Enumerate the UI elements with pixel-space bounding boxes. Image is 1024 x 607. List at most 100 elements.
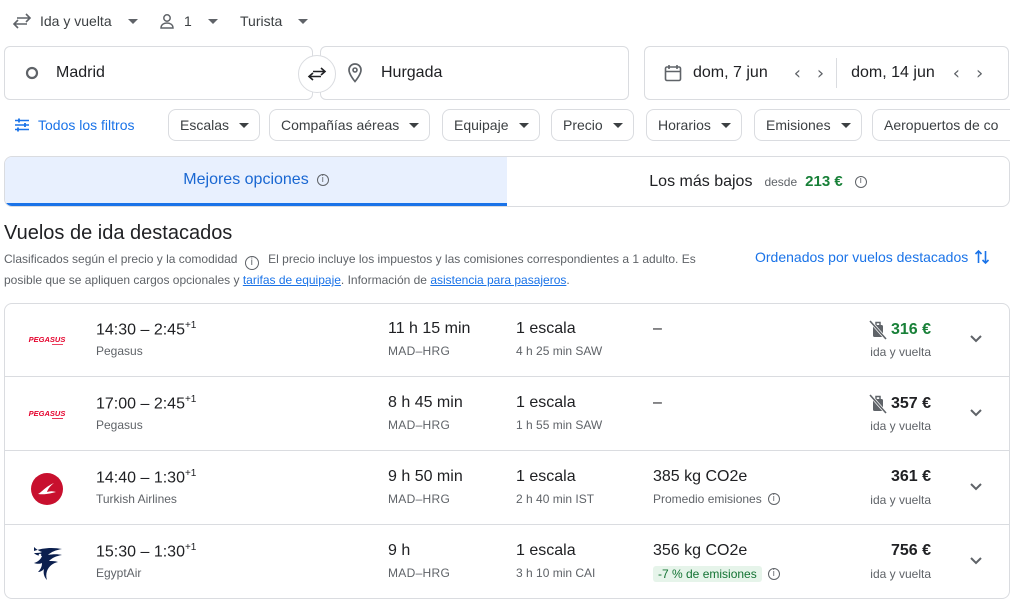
price-note: ida y vuelta (870, 419, 931, 433)
chevron-down-icon[interactable] (969, 479, 983, 493)
desc-ranking: Clasificados según el precio y la comodi… (4, 252, 238, 266)
flight-row[interactable]: PEGASUS 14:30 – 2:45+1 Pegasus 11 h 15 m… (5, 304, 1009, 377)
filter-chip-baggage[interactable]: Equipaje (442, 109, 540, 141)
chevron-down-icon (239, 122, 250, 128)
depart-date[interactable]: dom, 7 jun (693, 64, 768, 82)
info-icon[interactable]: i (767, 568, 780, 580)
all-filters-button[interactable]: Todos los filtros (14, 109, 134, 141)
filter-chip-emissions[interactable]: Emisiones (754, 109, 862, 141)
prev-date-button[interactable]: ‹ (794, 63, 801, 84)
flight-emissions: 385 kg CO2e (653, 468, 748, 485)
flight-route: MAD–HRG (388, 344, 451, 358)
flight-emissions: 356 kg CO2e (653, 542, 748, 559)
chip-label: Aeropuertos de co (884, 117, 999, 133)
chevron-down-icon[interactable] (969, 405, 983, 419)
next-date-button[interactable]: › (817, 63, 824, 84)
flight-price: 756 € (891, 542, 931, 560)
flight-price: 357 € (868, 394, 931, 414)
flight-stops: 1 escala (516, 394, 576, 411)
flight-times: 15:30 – 1:30+1 (96, 542, 197, 561)
trip-type-select[interactable]: Ida y vuelta (12, 8, 138, 34)
flight-stops: 1 escala (516, 542, 576, 559)
swap-arrows-icon (12, 13, 32, 29)
chip-label: Horarios (658, 117, 711, 133)
flight-times: 14:30 – 2:45+1 (96, 320, 197, 339)
destination-value: Hurgada (381, 64, 443, 81)
flight-price: 316 € (868, 320, 931, 340)
origin-circle-icon (25, 66, 39, 80)
flight-route: MAD–HRG (388, 492, 451, 506)
flight-route: MAD–HRG (388, 418, 451, 432)
chevron-down-icon (840, 122, 851, 128)
price-value: 316 € (890, 321, 931, 338)
egyptair-logo (27, 546, 67, 580)
flight-times: 17:00 – 2:45+1 (96, 394, 197, 413)
filter-chip-price[interactable]: Precio (551, 109, 634, 141)
no-carry-on-bag-icon (868, 320, 887, 340)
chip-label: Compañías aéreas (281, 117, 400, 133)
tune-icon (15, 118, 29, 132)
price-value: 357 € (890, 395, 931, 412)
tab-cheapest[interactable]: Los más bajos desde 213 € i (507, 157, 1009, 206)
flight-row[interactable]: PEGASUS 17:00 – 2:45+1 Pegasus 8 h 45 mi… (5, 378, 1009, 451)
dates-field: dom, 7 jun ‹ › dom, 14 jun ‹ › (644, 46, 1009, 100)
person-icon (160, 14, 174, 29)
flight-layover: 1 h 55 min SAW (516, 418, 603, 432)
cabin-select[interactable]: Turista (240, 8, 309, 34)
chip-label: Escalas (180, 117, 230, 133)
return-date[interactable]: dom, 14 jun (851, 64, 935, 82)
emissions-note: -7 % de emisiones i (653, 566, 780, 582)
filter-chip-airports[interactable]: Aeropuertos de co (872, 109, 1010, 141)
flight-route: MAD–HRG (388, 566, 451, 580)
filter-chip-stops[interactable]: Escalas (168, 109, 261, 141)
passengers-count: 1 (184, 13, 192, 29)
price-value: 756 € (890, 542, 931, 559)
flight-duration: 8 h 45 min (388, 394, 463, 411)
origin-value: Madrid (56, 64, 105, 81)
chevron-down-icon (298, 18, 309, 24)
chevron-down-icon[interactable] (969, 553, 983, 567)
chevron-down-icon (612, 122, 623, 128)
swap-arrows-icon (307, 67, 327, 81)
tab-best-options[interactable]: Mejores opciones i (5, 157, 507, 206)
tab-cheapest-label: Los más bajos (649, 172, 753, 190)
flight-stops: 1 escala (516, 320, 576, 337)
chip-label: Precio (563, 117, 603, 133)
all-filters-label: Todos los filtros (38, 117, 135, 133)
flight-row[interactable]: 15:30 – 1:30+1 EgyptAir 9 h MAD–HRG 1 es… (5, 526, 1009, 598)
origin-field[interactable]: Madrid (4, 46, 313, 100)
airline-name: Turkish Airlines (96, 492, 177, 506)
flight-duration: 9 h (388, 542, 411, 559)
passengers-select[interactable]: 1 (158, 8, 218, 34)
baggage-fees-link[interactable]: tarifas de equipaje (243, 273, 341, 287)
flight-stops: 1 escala (516, 468, 576, 485)
sort-tabs: Mejores opciones i Los más bajos desde 2… (4, 156, 1010, 207)
info-icon[interactable]: i (316, 174, 329, 186)
flight-layover: 3 h 10 min CAI (516, 566, 596, 580)
airline-name: EgyptAir (96, 566, 142, 580)
passenger-assistance-link[interactable]: asistencia para pasajeros (430, 273, 566, 287)
trip-type-label: Ida y vuelta (40, 13, 112, 29)
flight-emissions: – (653, 394, 662, 411)
sort-button[interactable]: Ordenados por vuelos destacados (755, 248, 990, 266)
sort-label: Ordenados por vuelos destacados (755, 249, 969, 265)
filter-chip-times[interactable]: Horarios (646, 109, 742, 141)
calendar-icon (664, 65, 682, 82)
chevron-down-icon (409, 122, 420, 128)
next-return-date-button[interactable]: › (976, 63, 983, 84)
info-icon[interactable]: i (767, 493, 780, 505)
chevron-down-icon[interactable] (969, 331, 983, 345)
destination-field[interactable]: Hurgada (320, 46, 629, 100)
date-divider (836, 58, 838, 88)
filter-chip-airlines[interactable]: Compañías aéreas (269, 109, 431, 141)
section-description: Clasificados según el precio y la comodi… (4, 249, 734, 290)
info-icon[interactable]: i (854, 175, 867, 188)
swap-locations-button[interactable] (298, 55, 336, 93)
pegasus-logo: PEGASUS (27, 398, 67, 432)
emissions-badge: -7 % de emisiones (653, 566, 762, 582)
airline-name: Pegasus (96, 344, 143, 358)
svg-text:PEGASUS: PEGASUS (29, 409, 66, 418)
info-icon[interactable]: i (244, 256, 259, 270)
flight-row[interactable]: 14:40 – 1:30+1 Turkish Airlines 9 h 50 m… (5, 452, 1009, 525)
prev-return-date-button[interactable]: ‹ (953, 63, 960, 84)
